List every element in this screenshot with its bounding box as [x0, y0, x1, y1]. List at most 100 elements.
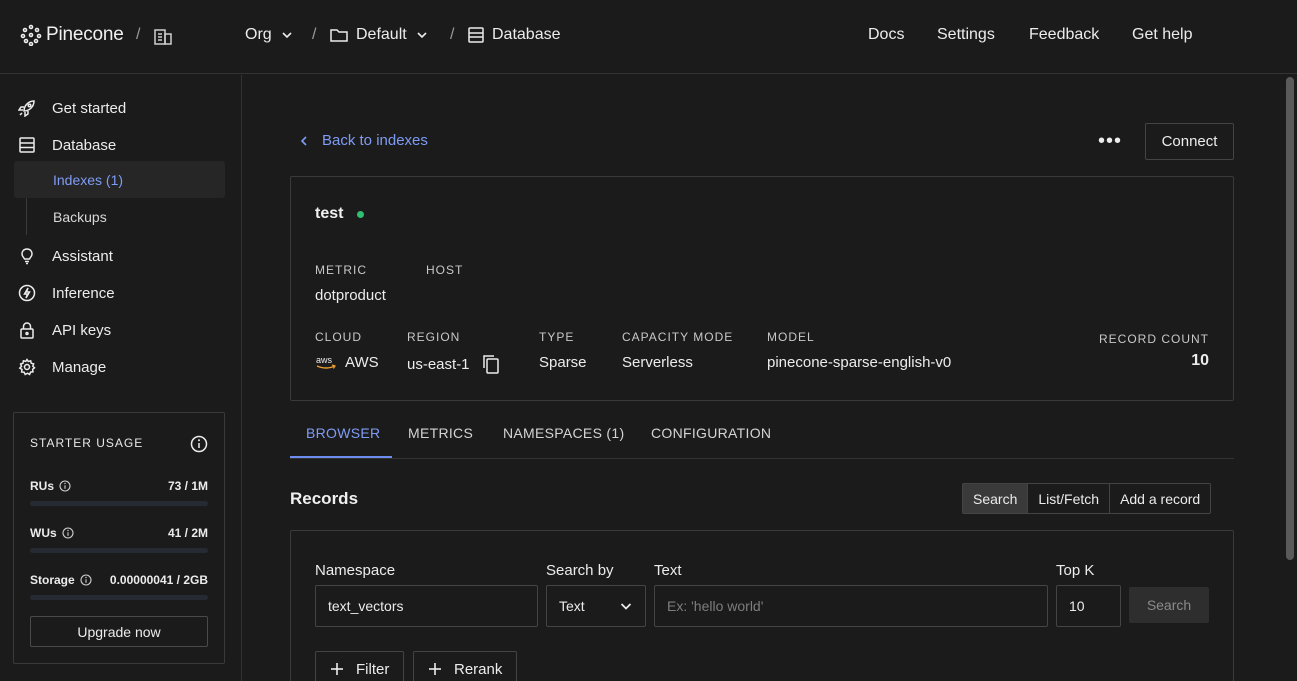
sidebar-item-label: Backups	[53, 208, 107, 225]
region-name: us-east-1	[407, 355, 470, 373]
nav-get-help[interactable]: Get help	[1132, 26, 1192, 44]
project-selector[interactable]: Default	[330, 26, 429, 44]
usage-progress-bar	[30, 595, 208, 600]
copy-icon[interactable]	[482, 354, 500, 374]
model-value: pinecone-sparse-english-v0	[767, 354, 952, 371]
topk-label: Top K	[1056, 562, 1095, 579]
sidebar-item-label: Database	[52, 136, 117, 154]
tab-metrics[interactable]: METRICS	[408, 425, 473, 441]
database-icon	[468, 27, 484, 43]
usage-progress-bar	[30, 548, 208, 553]
back-label: Back to indexes	[322, 132, 428, 149]
usage-row-wus: WUs 41 / 2M	[30, 526, 208, 540]
mode-list-fetch-button[interactable]: List/Fetch	[1027, 484, 1109, 513]
host-label: HOST	[426, 263, 464, 277]
sidebar-item-inference[interactable]: Inference	[18, 284, 115, 302]
nav-docs[interactable]: Docs	[868, 26, 904, 44]
nav-settings[interactable]: Settings	[937, 26, 995, 44]
records-title: Records	[290, 489, 359, 508]
sidebar-item-label: Manage	[52, 358, 107, 376]
namespace-input[interactable]: text_vectors	[315, 585, 538, 627]
status-dot	[357, 210, 365, 218]
host-field: HOST	[426, 263, 463, 277]
model-label: MODEL	[767, 330, 815, 344]
aws-logo-text: aws	[316, 355, 333, 365]
index-tabs: BROWSER METRICS NAMESPACES (1) CONFIGURA…	[290, 415, 1234, 459]
capacity-label: CAPACITY MODE	[622, 330, 734, 344]
sidebar-item-get-started[interactable]: Get started	[18, 99, 126, 117]
index-title: test	[315, 205, 365, 223]
org-selector[interactable]: Org	[245, 26, 294, 44]
chevron-down-icon	[282, 32, 292, 39]
mode-add-record-button[interactable]: Add a record	[1109, 484, 1210, 513]
rerank-label: Rerank	[454, 660, 503, 678]
lock-icon	[20, 322, 34, 339]
tab-configuration[interactable]: CONFIGURATION	[651, 425, 771, 441]
scrollbar[interactable]	[1283, 75, 1297, 681]
more-options-icon[interactable]: •••	[1098, 130, 1122, 153]
search-by-select[interactable]: Text	[546, 585, 646, 627]
info-icon[interactable]	[190, 435, 208, 453]
usage-row-storage: Storage 0.00000041 / 2GB	[30, 573, 208, 587]
top-bar: Pinecone / Org / Default / Database Docs…	[0, 0, 1297, 74]
plus-icon	[331, 663, 343, 675]
search-panel: Namespace text_vectors Search by Text Te…	[290, 530, 1234, 681]
usage-card: STARTER USAGE RUs 73 / 1M WUs 41 / 2M St…	[13, 412, 225, 664]
tab-namespaces[interactable]: NAMESPACES (1)	[503, 425, 624, 441]
region-label: REGION	[407, 330, 461, 344]
info-icon[interactable]	[62, 527, 74, 539]
aws-logo-icon: aws	[316, 355, 336, 369]
rocket-icon	[18, 100, 35, 117]
metric-field: METRIC dotproduct	[315, 263, 386, 304]
region-field: REGION us-east-1	[407, 330, 500, 374]
record-count-value: 10	[1191, 352, 1209, 369]
sidebar-item-indexes[interactable]: Indexes (1)	[14, 161, 225, 198]
search-button[interactable]: Search	[1129, 587, 1209, 623]
sidebar-item-label: Indexes (1)	[53, 171, 124, 188]
tab-browser[interactable]: BROWSER	[306, 425, 380, 441]
index-details-card: test METRIC dotproduct HOST CLOUD aws AW…	[290, 176, 1234, 401]
chevron-down-icon	[620, 603, 632, 610]
capacity-value: Serverless	[622, 354, 693, 371]
text-label: Text	[654, 562, 682, 579]
bolt-icon	[18, 284, 36, 302]
pinecone-logo-icon	[20, 24, 42, 46]
text-query-input[interactable]: Ex: 'hello world'	[654, 585, 1048, 627]
nav-feedback[interactable]: Feedback	[1029, 26, 1099, 44]
sidebar-item-backups[interactable]: Backups	[14, 198, 225, 235]
type-value: Sparse	[539, 354, 587, 371]
upgrade-button[interactable]: Upgrade now	[30, 616, 208, 647]
cloud-field: CLOUD aws AWS	[315, 330, 379, 371]
usage-row-label: RUs	[30, 479, 55, 493]
logo-text: Pinecone	[46, 24, 124, 45]
sidebar-item-manage[interactable]: Manage	[18, 358, 106, 376]
breadcrumb-separator: /	[312, 26, 317, 43]
add-filter-button[interactable]: Filter	[315, 651, 405, 681]
pinecone-logo[interactable]: Pinecone	[20, 24, 124, 46]
building-icon[interactable]	[154, 29, 172, 45]
sidebar-item-label: Assistant	[52, 247, 113, 265]
chevron-left-icon	[300, 135, 307, 146]
topk-input[interactable]: 10	[1056, 585, 1121, 627]
info-icon[interactable]	[59, 480, 71, 492]
add-rerank-button[interactable]: Rerank	[413, 651, 518, 681]
mode-search-button[interactable]: Search	[963, 484, 1028, 513]
section-label: Database	[492, 26, 561, 43]
back-to-indexes-link[interactable]: Back to indexes	[298, 132, 428, 149]
usage-row-label: Storage	[30, 573, 75, 587]
model-field: MODEL pinecone-sparse-english-v0	[767, 330, 951, 371]
project-label: Default	[356, 26, 407, 43]
connect-button[interactable]: Connect	[1145, 123, 1234, 160]
section-crumb[interactable]: Database	[468, 26, 561, 44]
sidebar-item-assistant[interactable]: Assistant	[18, 247, 113, 265]
folder-icon	[330, 29, 348, 42]
org-label: Org	[245, 26, 272, 43]
sidebar-item-label: Get started	[52, 99, 127, 117]
search-by-label: Search by	[546, 562, 614, 579]
sidebar-item-database[interactable]: Database	[18, 136, 116, 154]
info-icon[interactable]	[80, 574, 92, 586]
sidebar: Get started Database Indexes (1) Backups…	[0, 75, 242, 681]
scrollbar-thumb[interactable]	[1286, 77, 1294, 560]
record-count-field: RECORD COUNT 10	[1099, 332, 1209, 370]
sidebar-item-api-keys[interactable]: API keys	[18, 321, 111, 339]
